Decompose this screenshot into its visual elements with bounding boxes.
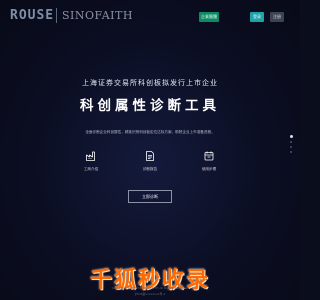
feature-label-3: 使用步骤 <box>201 167 217 171</box>
feature-item-1[interactable]: 工商介绍 <box>71 150 111 172</box>
top-bar: ROUSE SINOFAITH 企業簡體 登录 注册 <box>0 0 300 34</box>
rouse-logo[interactable]: ROUSE <box>10 8 54 23</box>
sinofaith-logo[interactable]: SINOFAITH <box>62 9 133 22</box>
language-button[interactable]: 企業簡體 <box>199 12 219 22</box>
feature-item-2[interactable]: 诊断报告 <box>130 150 170 172</box>
document-icon <box>146 151 154 161</box>
side-nav-dot[interactable] <box>290 151 292 153</box>
feature-label-1: 工商介绍 <box>83 167 99 171</box>
side-navigation <box>289 135 293 156</box>
side-nav-dot[interactable] <box>290 146 292 148</box>
feature-label-2: 诊断报告 <box>142 167 158 171</box>
hero-headline: 上海证券交易所科创板拟发行上市企业 <box>82 79 218 87</box>
hero-title: 科创属性诊断工具 <box>80 98 220 114</box>
calendar-icon <box>204 151 214 161</box>
feature-item-3[interactable]: 使用步骤 <box>189 150 229 172</box>
factory-icon <box>86 151 95 161</box>
start-diagnosis-button[interactable]: 立即诊断 <box>128 190 172 203</box>
side-nav-dot[interactable] <box>289 135 293 138</box>
footer-copyright: Copyright © ROUSE SINOFAITH All Rights R… <box>111 286 189 290</box>
login-button[interactable]: 登录 <box>250 12 264 22</box>
side-nav-dot[interactable] <box>290 141 292 143</box>
logo-divider <box>56 8 57 23</box>
hero-description: 全面诊断企业科创属性，精准识别科创板定位达标方案，助院企业上市准备进程。 <box>85 130 215 134</box>
footer-icp[interactable]: 沪ICP备xxxxxxxx号-1 <box>0 292 300 296</box>
register-button[interactable]: 注册 <box>270 12 284 22</box>
